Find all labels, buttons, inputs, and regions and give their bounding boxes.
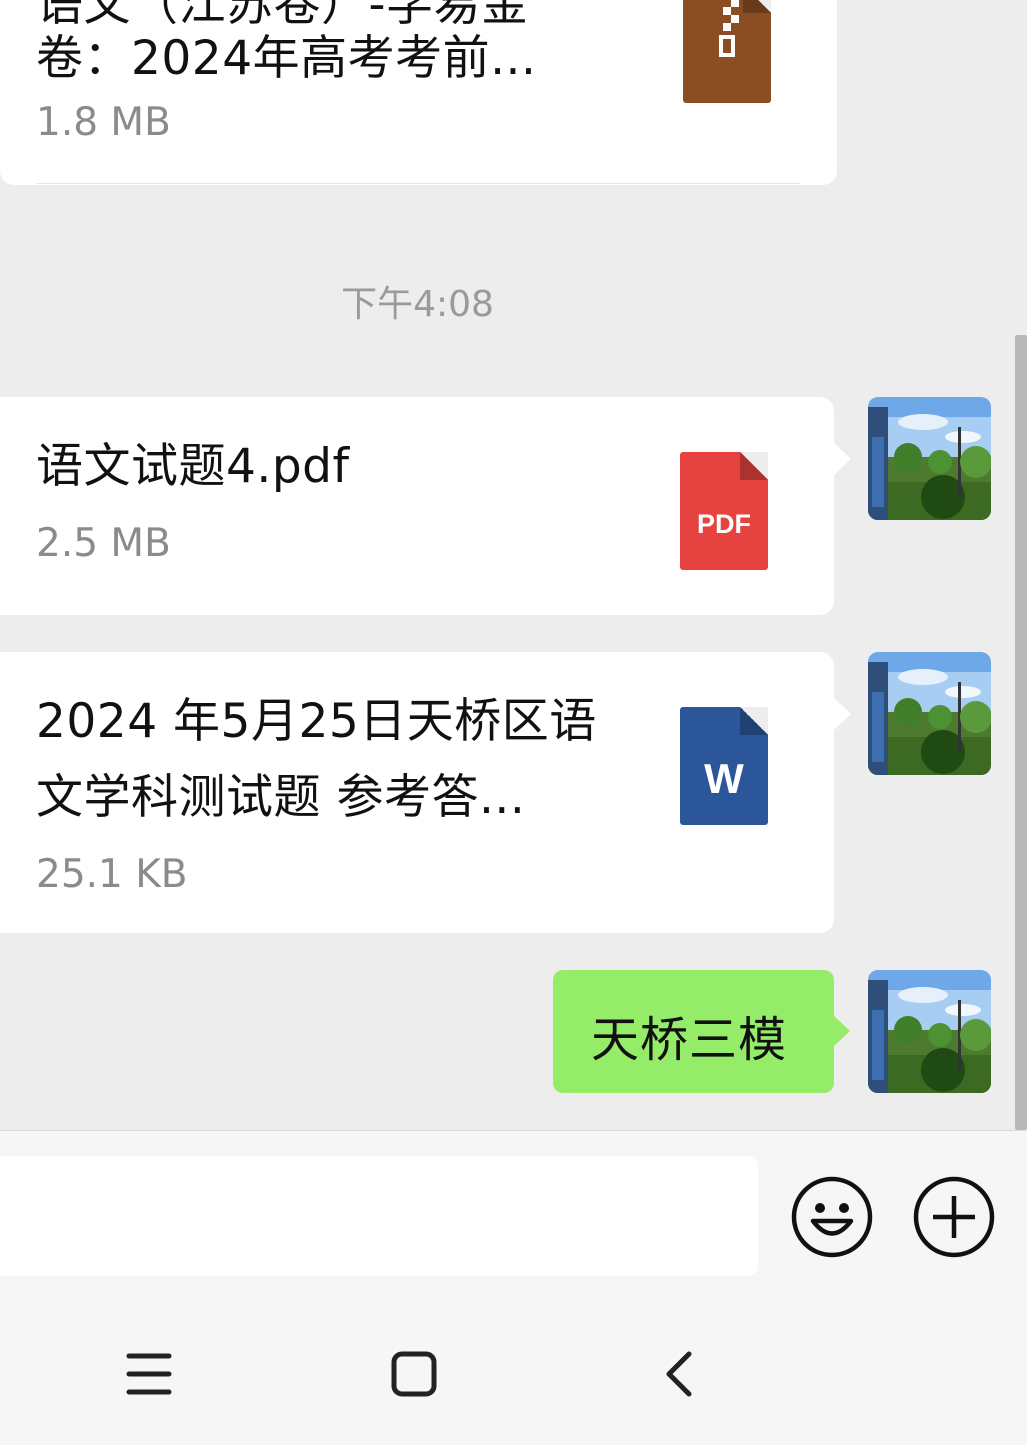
emoji-button[interactable] — [791, 1176, 873, 1258]
file-name: 语文试题4.pdf — [36, 439, 350, 494]
message-input[interactable] — [0, 1156, 758, 1276]
avatar[interactable] — [868, 970, 991, 1093]
word-file-icon: W — [680, 707, 768, 825]
pdf-icon-label: PDF — [697, 509, 751, 539]
scrollbar[interactable] — [1015, 335, 1027, 1130]
file-message-pdf[interactable]: 语文试题4.pdf 2.5 MB PDF — [0, 397, 851, 615]
text-message-bubble[interactable]: 天桥三模 — [553, 970, 850, 1093]
pdf-file-icon: PDF — [680, 452, 768, 570]
file-size: 1.8 MB — [36, 100, 171, 145]
home-square-icon — [391, 1351, 437, 1397]
menu-button[interactable] — [113, 1340, 183, 1410]
file-name-line2: 文学科测试题 参考答... — [36, 770, 526, 825]
input-bar — [0, 1130, 1027, 1280]
file-name-line1: 2024 年5月25日天桥区语 — [36, 694, 597, 749]
file-name-line2: 卷：2024年高考考前... — [36, 31, 537, 86]
back-chevron-icon — [666, 1351, 692, 1397]
word-icon-label: W — [704, 755, 744, 802]
zip-file-icon — [683, 0, 771, 103]
chat-area[interactable]: 语文（江苏卷）-学易金 卷：2024年高考考前... 1.8 MB 下午4:08… — [0, 0, 1027, 1130]
file-size: 2.5 MB — [36, 521, 171, 566]
avatar[interactable] — [868, 397, 991, 520]
smiley-icon — [791, 1176, 873, 1258]
timestamp: 下午4:08 — [341, 284, 494, 325]
file-message-zip[interactable]: 语文（江苏卷）-学易金 卷：2024年高考考前... 1.8 MB — [0, 0, 837, 185]
file-size: 25.1 KB — [36, 852, 188, 897]
navigation-bar — [0, 1280, 1027, 1445]
avatar[interactable] — [868, 652, 991, 775]
divider — [37, 183, 800, 184]
back-button[interactable] — [645, 1340, 715, 1410]
home-button[interactable] — [378, 1340, 448, 1410]
more-button[interactable] — [913, 1176, 995, 1258]
file-message-word[interactable]: 2024 年5月25日天桥区语 文学科测试题 参考答... 25.1 KB W — [0, 652, 851, 933]
menu-icon — [126, 1353, 172, 1395]
message-text: 天桥三模 — [591, 1012, 788, 1068]
plus-circle-icon — [913, 1176, 995, 1258]
